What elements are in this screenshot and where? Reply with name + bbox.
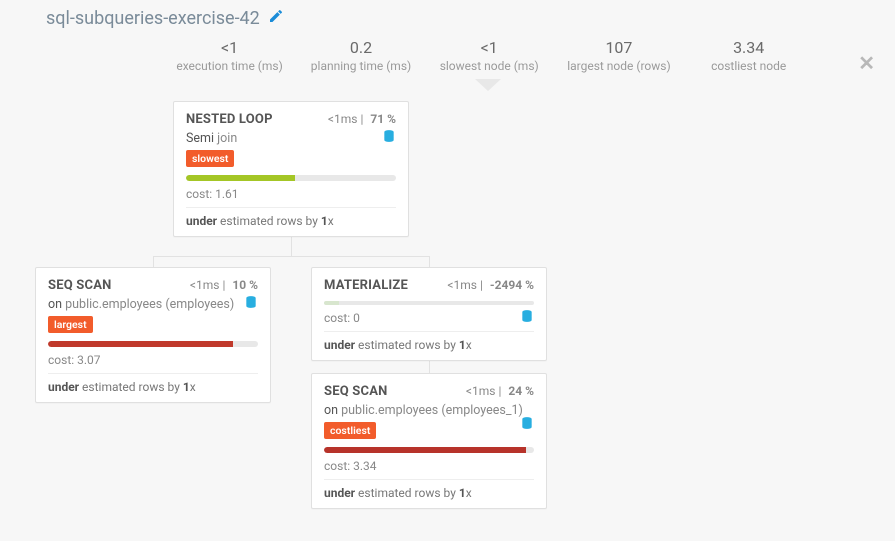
node-title: SEQ SCAN — [48, 278, 112, 293]
progress-bar — [324, 447, 534, 453]
node-title: MATERIALIZE — [324, 278, 408, 293]
tag-largest: largest — [48, 316, 93, 333]
node-title: NESTED LOOP — [186, 112, 273, 127]
node-metrics: <1ms | 24 % — [466, 384, 534, 398]
tag-costliest: costliest — [324, 422, 376, 439]
node-seq-scan-employees-1[interactable]: SEQ SCAN <1ms | 24 % on public.employees… — [311, 373, 547, 509]
node-metrics: <1ms | 10 % — [190, 278, 258, 292]
stat-label: slowest node (ms) — [439, 59, 539, 73]
progress-bar — [186, 175, 396, 181]
node-materialize[interactable]: MATERIALIZE <1ms | -2494 % cost: 0 under… — [311, 267, 547, 361]
page-title-row: sql-subqueries-exercise-42 — [20, 8, 875, 29]
stat-value: 0.2 — [311, 39, 411, 57]
node-seq-scan-employees[interactable]: SEQ SCAN <1ms | 10 % on public.employees… — [35, 267, 271, 403]
estimate-line: under estimated rows by 1x — [48, 380, 258, 394]
stat-value: 107 — [567, 39, 670, 57]
estimate-line: under estimated rows by 1x — [324, 338, 534, 352]
stat-exec-time: <1 execution time (ms) — [176, 39, 282, 73]
database-icon[interactable] — [244, 295, 258, 313]
cost-line: cost: 3.34 — [324, 459, 534, 480]
estimate-line: under estimated rows by 1x — [186, 214, 396, 228]
node-metrics: <1ms | 71 % — [328, 112, 396, 126]
node-subtitle: on public.employees (employees_1) — [324, 403, 534, 418]
estimate-line: under estimated rows by 1x — [324, 486, 534, 500]
progress-bar — [324, 301, 534, 305]
node-nested-loop[interactable]: NESTED LOOP <1ms | 71 % Semi join slowes… — [173, 101, 409, 237]
cost-line: cost: 1.61 — [186, 187, 396, 208]
stats-row: <1 execution time (ms) 0.2 planning time… — [20, 39, 875, 73]
tag-slowest: slowest — [186, 150, 234, 167]
stat-value: 3.34 — [699, 39, 799, 57]
stat-value: <1 — [176, 39, 282, 57]
database-icon[interactable] — [520, 416, 534, 434]
cost-line: cost: 0 — [324, 311, 534, 332]
database-icon[interactable] — [382, 129, 396, 147]
stat-label: largest node (rows) — [567, 59, 670, 73]
database-icon[interactable] — [520, 309, 534, 326]
node-subtitle: on public.employees (employees) — [48, 297, 258, 312]
stat-costliest-node: 3.34 costliest node — [699, 39, 799, 73]
connector — [291, 236, 292, 256]
stat-label: costliest node — [699, 59, 799, 73]
node-subtitle: Semi join — [186, 131, 396, 146]
connector — [429, 256, 430, 267]
node-title: SEQ SCAN — [324, 384, 388, 399]
stat-slow-node: <1 slowest node (ms) — [439, 39, 539, 73]
stat-value: <1 — [439, 39, 539, 57]
plan-tree: NESTED LOOP <1ms | 71 % Semi join slowes… — [20, 101, 875, 521]
connector — [153, 256, 154, 267]
progress-bar — [48, 341, 258, 347]
caret-down-icon — [20, 79, 875, 91]
connector — [153, 256, 429, 257]
cost-line: cost: 3.07 — [48, 353, 258, 374]
edit-icon[interactable] — [268, 8, 284, 29]
stat-plan-time: 0.2 planning time (ms) — [311, 39, 411, 73]
page-title: sql-subqueries-exercise-42 — [46, 8, 260, 29]
stat-label: execution time (ms) — [176, 59, 282, 73]
close-icon[interactable]: ✕ — [858, 51, 875, 75]
node-metrics: <1ms | -2494 % — [447, 278, 534, 292]
stat-largest-node: 107 largest node (rows) — [567, 39, 670, 73]
stat-label: planning time (ms) — [311, 59, 411, 73]
